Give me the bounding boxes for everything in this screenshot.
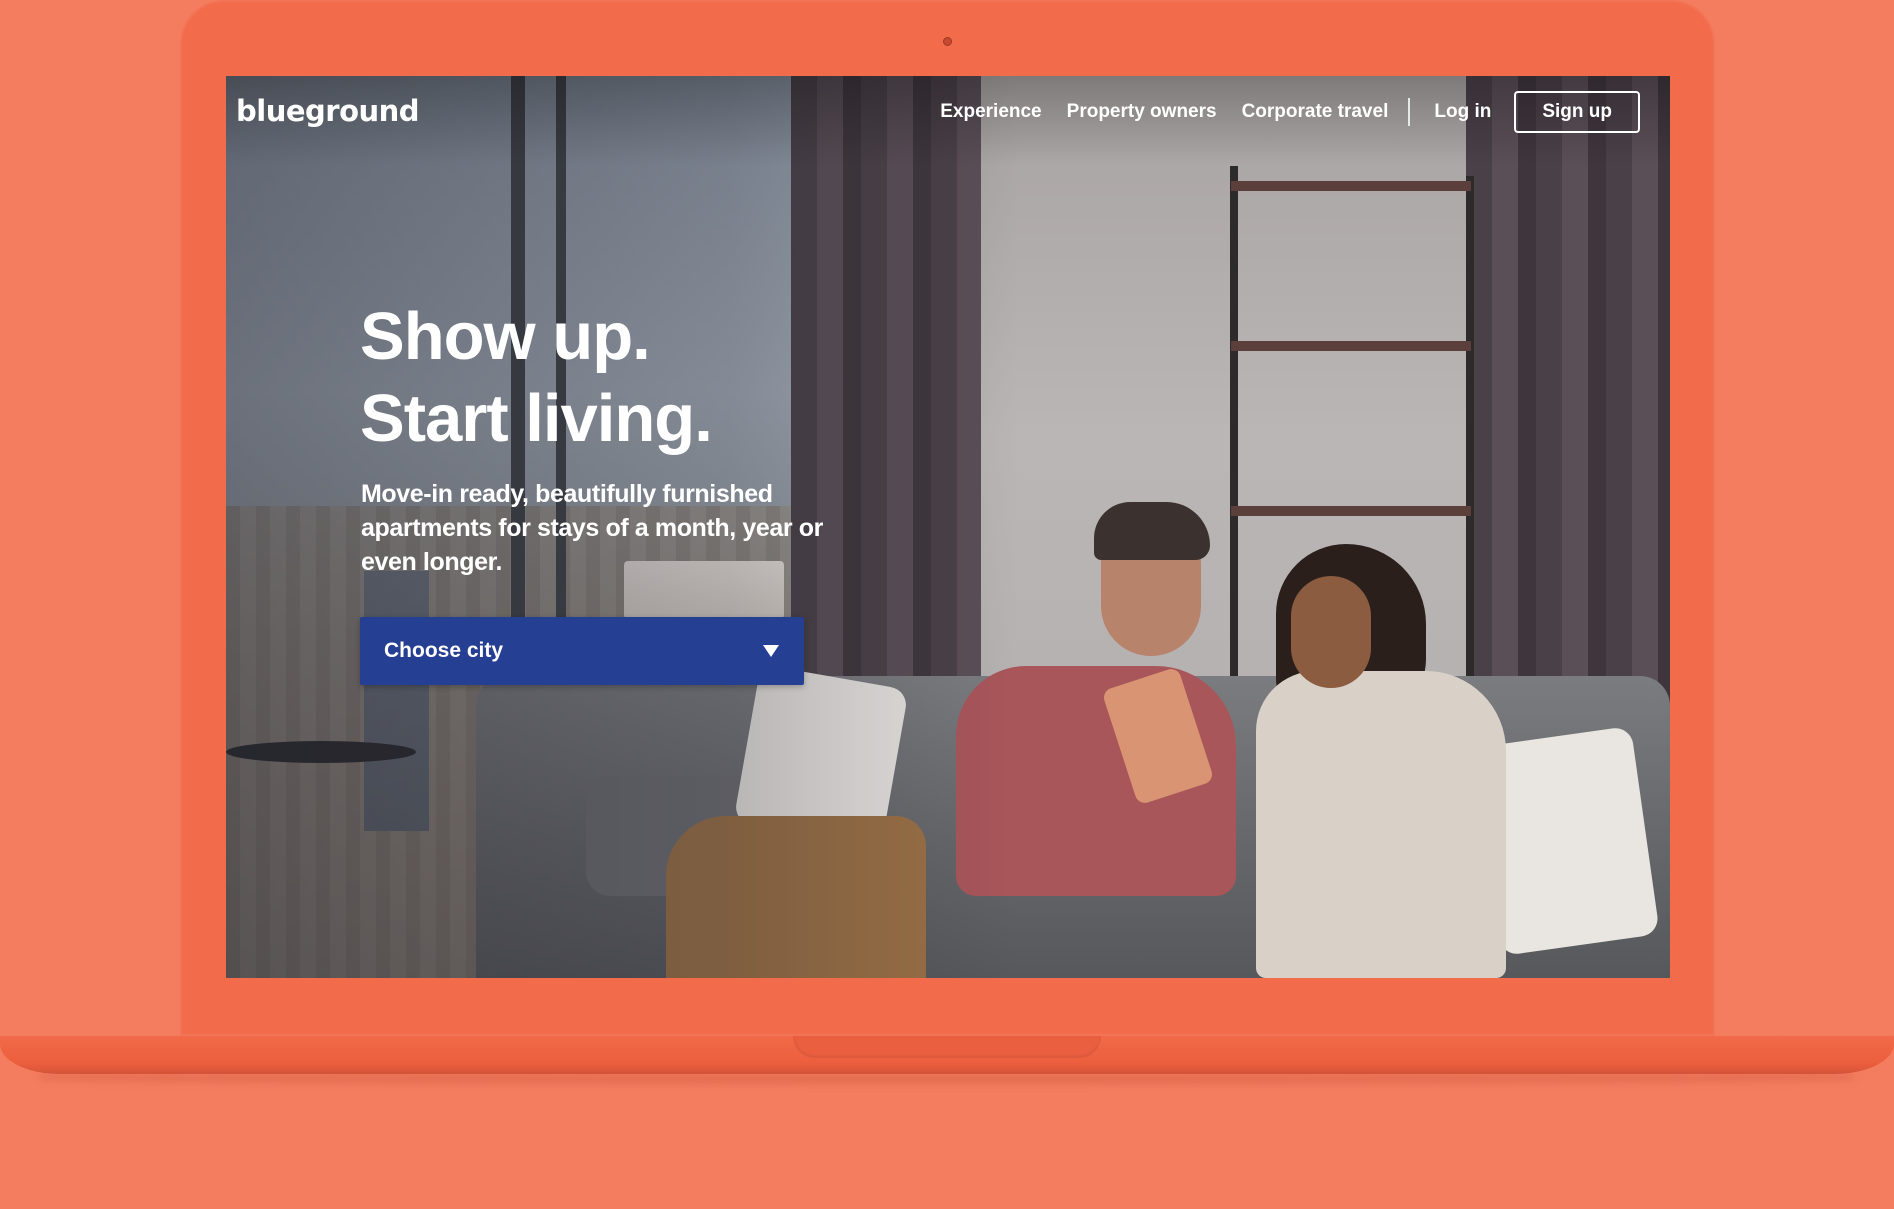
hero-title-line-2: Start living. <box>360 381 713 456</box>
signup-button[interactable]: Sign up <box>1514 91 1640 133</box>
hero-subtitle: Move-in ready, beautifully furnished apa… <box>361 480 823 576</box>
nav-divider <box>1408 98 1411 126</box>
chevron-down-icon <box>763 645 779 657</box>
laptop-shadow <box>40 1074 1854 1084</box>
nav-property-owners[interactable]: Property owners <box>1067 101 1217 123</box>
browser-screen: blueground Experience Property owners Co… <box>226 76 1670 978</box>
nav-experience[interactable]: Experience <box>940 101 1041 123</box>
brand-logo[interactable]: blueground <box>236 94 420 128</box>
hero-title: Show up. Start living. <box>360 296 713 460</box>
camera-dot <box>943 37 952 46</box>
laptop-notch <box>793 1036 1101 1058</box>
choose-city-label: Choose city <box>384 639 504 662</box>
top-nav: Experience Property owners Corporate tra… <box>940 91 1640 133</box>
choose-city-dropdown[interactable]: Choose city <box>360 617 804 685</box>
hero-title-line-1: Show up. <box>360 299 651 374</box>
nav-corporate-travel[interactable]: Corporate travel <box>1242 101 1389 123</box>
login-link[interactable]: Log in <box>1434 101 1491 123</box>
